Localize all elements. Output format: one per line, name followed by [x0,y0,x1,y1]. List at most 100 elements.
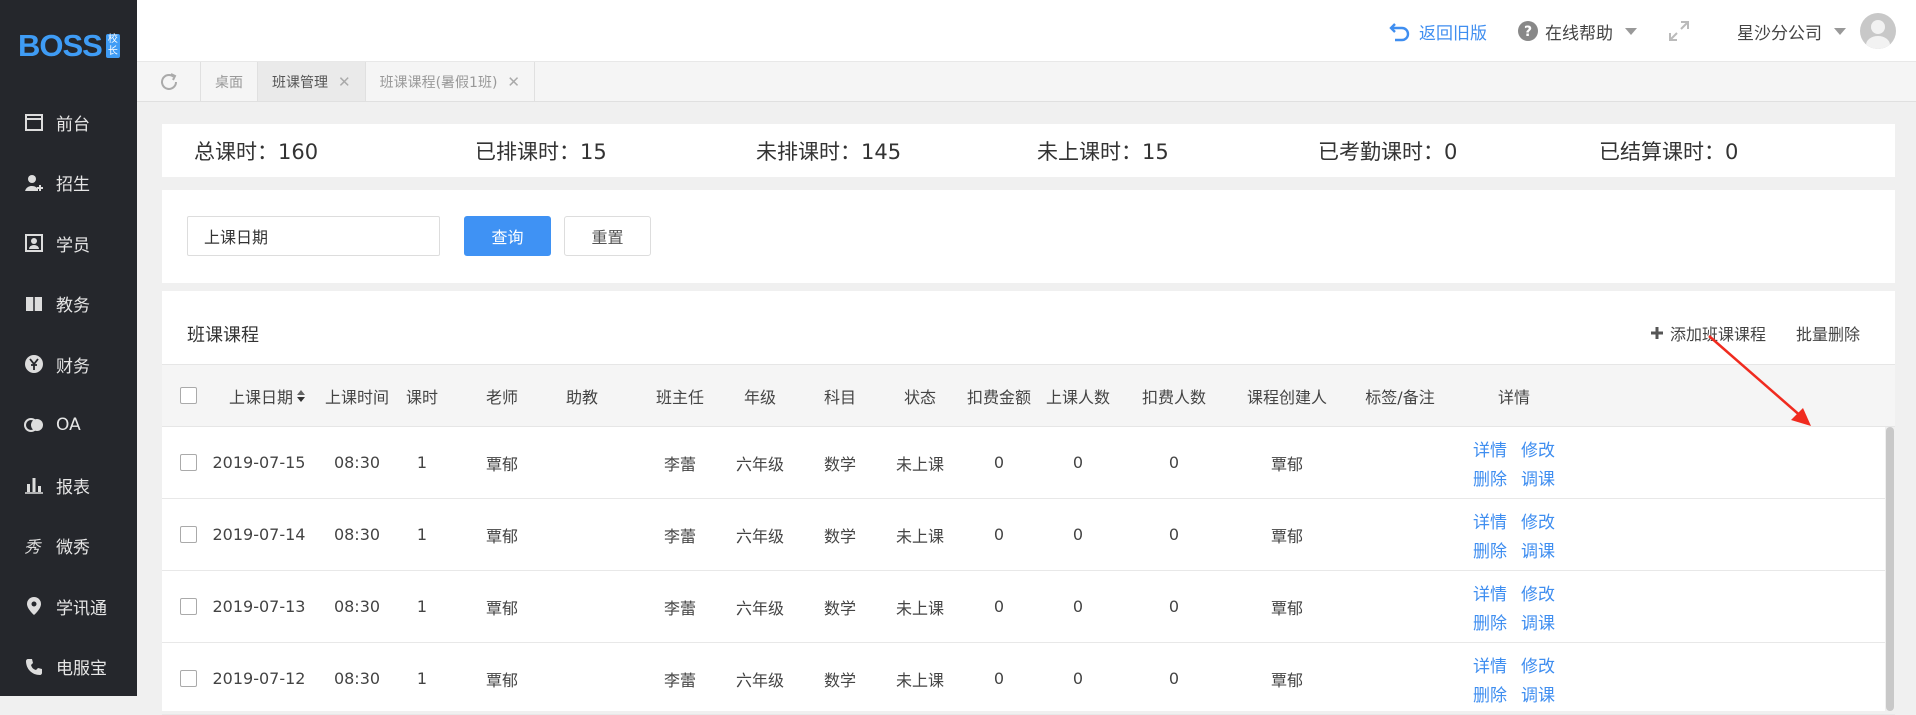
batch-delete-button[interactable]: 批量删除 [1796,321,1860,345]
cell-details: 详情修改删除调课 [1459,571,1569,642]
cell-creator: 覃郁 [1232,427,1342,498]
sidebar-item-6[interactable]: OA [0,395,137,456]
logo-badge-char: 校 [106,34,120,46]
add-class-course-button[interactable]: 添加班课课程 [1650,321,1766,345]
table-row[interactable]: 2019-07-1408:301覃郁李蕾六年级数学未上课000覃郁详情修改删除调… [162,499,1895,571]
back-to-old-version-link[interactable]: 返回旧版 [1389,19,1487,44]
scrollbar-thumb[interactable] [1886,427,1894,711]
brand-logo[interactable]: BOSS 校 长 [0,0,137,92]
cell-value: 2019-07-12 [213,669,306,688]
sidebar-item-5[interactable]: 财务 [0,334,137,395]
cell-attendees: 0 [1023,427,1133,498]
svg-text:?: ? [1524,24,1532,40]
delete-link[interactable]: 删除 [1473,681,1507,706]
details-link[interactable]: 详情 [1473,652,1507,677]
details-link[interactable]: 详情 [1473,508,1507,533]
table-row[interactable]: 2019-07-1208:301覃郁李蕾六年级数学未上课000覃郁详情修改删除调… [162,643,1895,715]
user-add-icon [24,173,44,193]
table-row[interactable]: 2019-07-1308:301覃郁李蕾六年级数学未上课000覃郁详情修改删除调… [162,571,1895,643]
logo-text: BOSS [18,28,102,64]
tab-class-management[interactable]: 班课管理 ✕ [258,62,366,101]
cell-value: 覃郁 [486,667,518,691]
cell-creator: 覃郁 [1232,643,1342,714]
cell-value: 1 [417,453,427,472]
add-class-course-label: 添加班课课程 [1670,321,1766,345]
cell-value: 覃郁 [486,523,518,547]
sidebar-item-2[interactable]: 招生 [0,153,137,214]
delete-link[interactable]: 删除 [1473,465,1507,490]
phone-icon [24,657,44,677]
undo-icon [1389,20,1411,42]
svg-text:秀: 秀 [24,537,42,556]
avatar[interactable] [1860,13,1896,49]
online-help-menu[interactable]: ? 在线帮助 [1517,19,1637,44]
edit-link[interactable]: 修改 [1521,508,1555,533]
column-header-details: 详情 [1459,365,1569,426]
edit-link[interactable]: 修改 [1521,436,1555,461]
sidebar-item-1[interactable]: 前台 [0,92,137,153]
cell-details: 详情修改删除调课 [1459,427,1569,498]
plus-icon [1650,326,1664,340]
close-icon[interactable]: ✕ [338,73,351,91]
edit-link[interactable]: 修改 [1521,652,1555,677]
class-date-input[interactable]: 上课日期 [187,216,440,256]
refresh-button[interactable] [137,62,201,101]
select-all-checkbox[interactable] [178,365,198,426]
cell-value: 0 [1169,597,1179,616]
sidebar-item-4[interactable]: 教务 [0,274,137,335]
reschedule-link[interactable]: 调课 [1521,465,1555,490]
table-header: 上课日期上课时间课时老师助教班主任年级科目状态扣费金额上课人数扣费人数课程创建人… [162,364,1895,427]
cell-hours: 1 [402,427,442,498]
cell-class-date: 2019-07-14 [204,499,314,570]
row-checkbox[interactable] [178,571,198,642]
vertical-scrollbar[interactable] [1885,427,1895,711]
calendar-icon [24,112,44,132]
close-icon[interactable]: ✕ [507,73,520,91]
reset-button[interactable]: 重置 [564,216,651,256]
table-row[interactable]: 2019-07-1508:301覃郁李蕾六年级数学未上课000覃郁详情修改删除调… [162,427,1895,499]
row-checkbox[interactable] [178,427,198,498]
cell-value: 1 [417,597,427,616]
query-button[interactable]: 查询 [464,216,551,256]
cell-details: 详情修改删除调课 [1459,643,1569,714]
sidebar-item-label: 学员 [56,231,90,256]
sidebar-item-3[interactable]: 学员 [0,213,137,274]
details-link[interactable]: 详情 [1473,436,1507,461]
reschedule-link[interactable]: 调课 [1521,609,1555,634]
filter-panel: 上课日期 查询 重置 [162,190,1895,283]
company-menu[interactable]: 星沙分公司 [1737,13,1896,49]
location-icon [24,596,44,616]
tab-desktop[interactable]: 桌面 [201,62,258,101]
reschedule-link[interactable]: 调课 [1521,537,1555,562]
cell-value: 0 [1073,597,1083,616]
sidebar-item-10[interactable]: 电服宝 [0,637,137,698]
cell-assistant [527,427,637,498]
row-checkbox[interactable] [178,643,198,714]
sidebar-item-9[interactable]: 学讯通 [0,576,137,637]
cell-value: 六年级 [736,523,784,547]
cell-details: 详情修改删除调课 [1459,499,1569,570]
cell-value: 0 [994,453,1004,472]
fullscreen-button[interactable] [1667,19,1691,43]
delete-link[interactable]: 删除 [1473,609,1507,634]
sidebar-item-8[interactable]: 秀微秀 [0,516,137,577]
reschedule-link[interactable]: 调课 [1521,681,1555,706]
expand-icon [1667,19,1691,43]
cell-value: 0 [1073,669,1083,688]
column-header-attendees: 上课人数 [1023,365,1133,426]
row-checkbox[interactable] [178,499,198,570]
delete-link[interactable]: 删除 [1473,537,1507,562]
sidebar-item-7[interactable]: 报表 [0,455,137,516]
tab-class-courses[interactable]: 班课课程(暑假1班) ✕ [366,62,535,101]
checkbox[interactable] [180,670,197,687]
cell-charged-count: 0 [1119,643,1229,714]
checkbox[interactable] [180,387,197,404]
edit-link[interactable]: 修改 [1521,580,1555,605]
checkbox[interactable] [180,526,197,543]
cell-value: 数学 [824,595,856,619]
checkbox[interactable] [180,454,197,471]
details-link[interactable]: 详情 [1473,580,1507,605]
cell-attendees: 0 [1023,571,1133,642]
column-header-label: 上课日期 [229,384,293,408]
checkbox[interactable] [180,598,197,615]
